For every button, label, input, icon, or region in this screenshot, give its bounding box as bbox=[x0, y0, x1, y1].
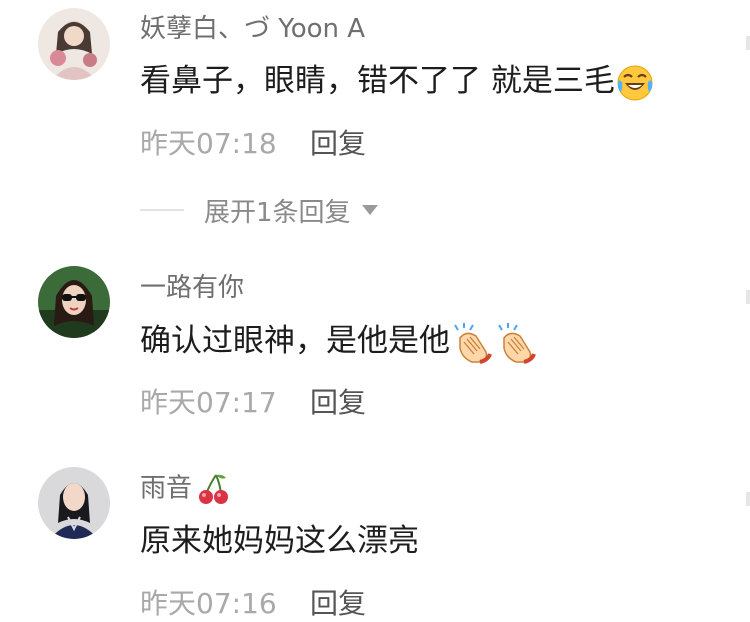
comment-time: 昨天07:16 bbox=[140, 587, 277, 620]
avatar-woman-dark-icon[interactable] bbox=[38, 467, 110, 539]
username[interactable]: 雨音 bbox=[140, 472, 230, 506]
comment-text: 原来她妈妈这么漂亮 bbox=[140, 523, 419, 559]
cherries-icon bbox=[199, 474, 229, 504]
comment-item: 雨音 原来她妈妈这么漂亮 昨天07:16 回复 bbox=[0, 0, 750, 620]
reply-button[interactable]: 回复 bbox=[310, 586, 366, 622]
username-text: 雨音 bbox=[140, 473, 193, 504]
scroll-edge-marker bbox=[746, 290, 750, 304]
scroll-edge-marker bbox=[746, 36, 750, 50]
scroll-edge-marker bbox=[746, 492, 750, 506]
